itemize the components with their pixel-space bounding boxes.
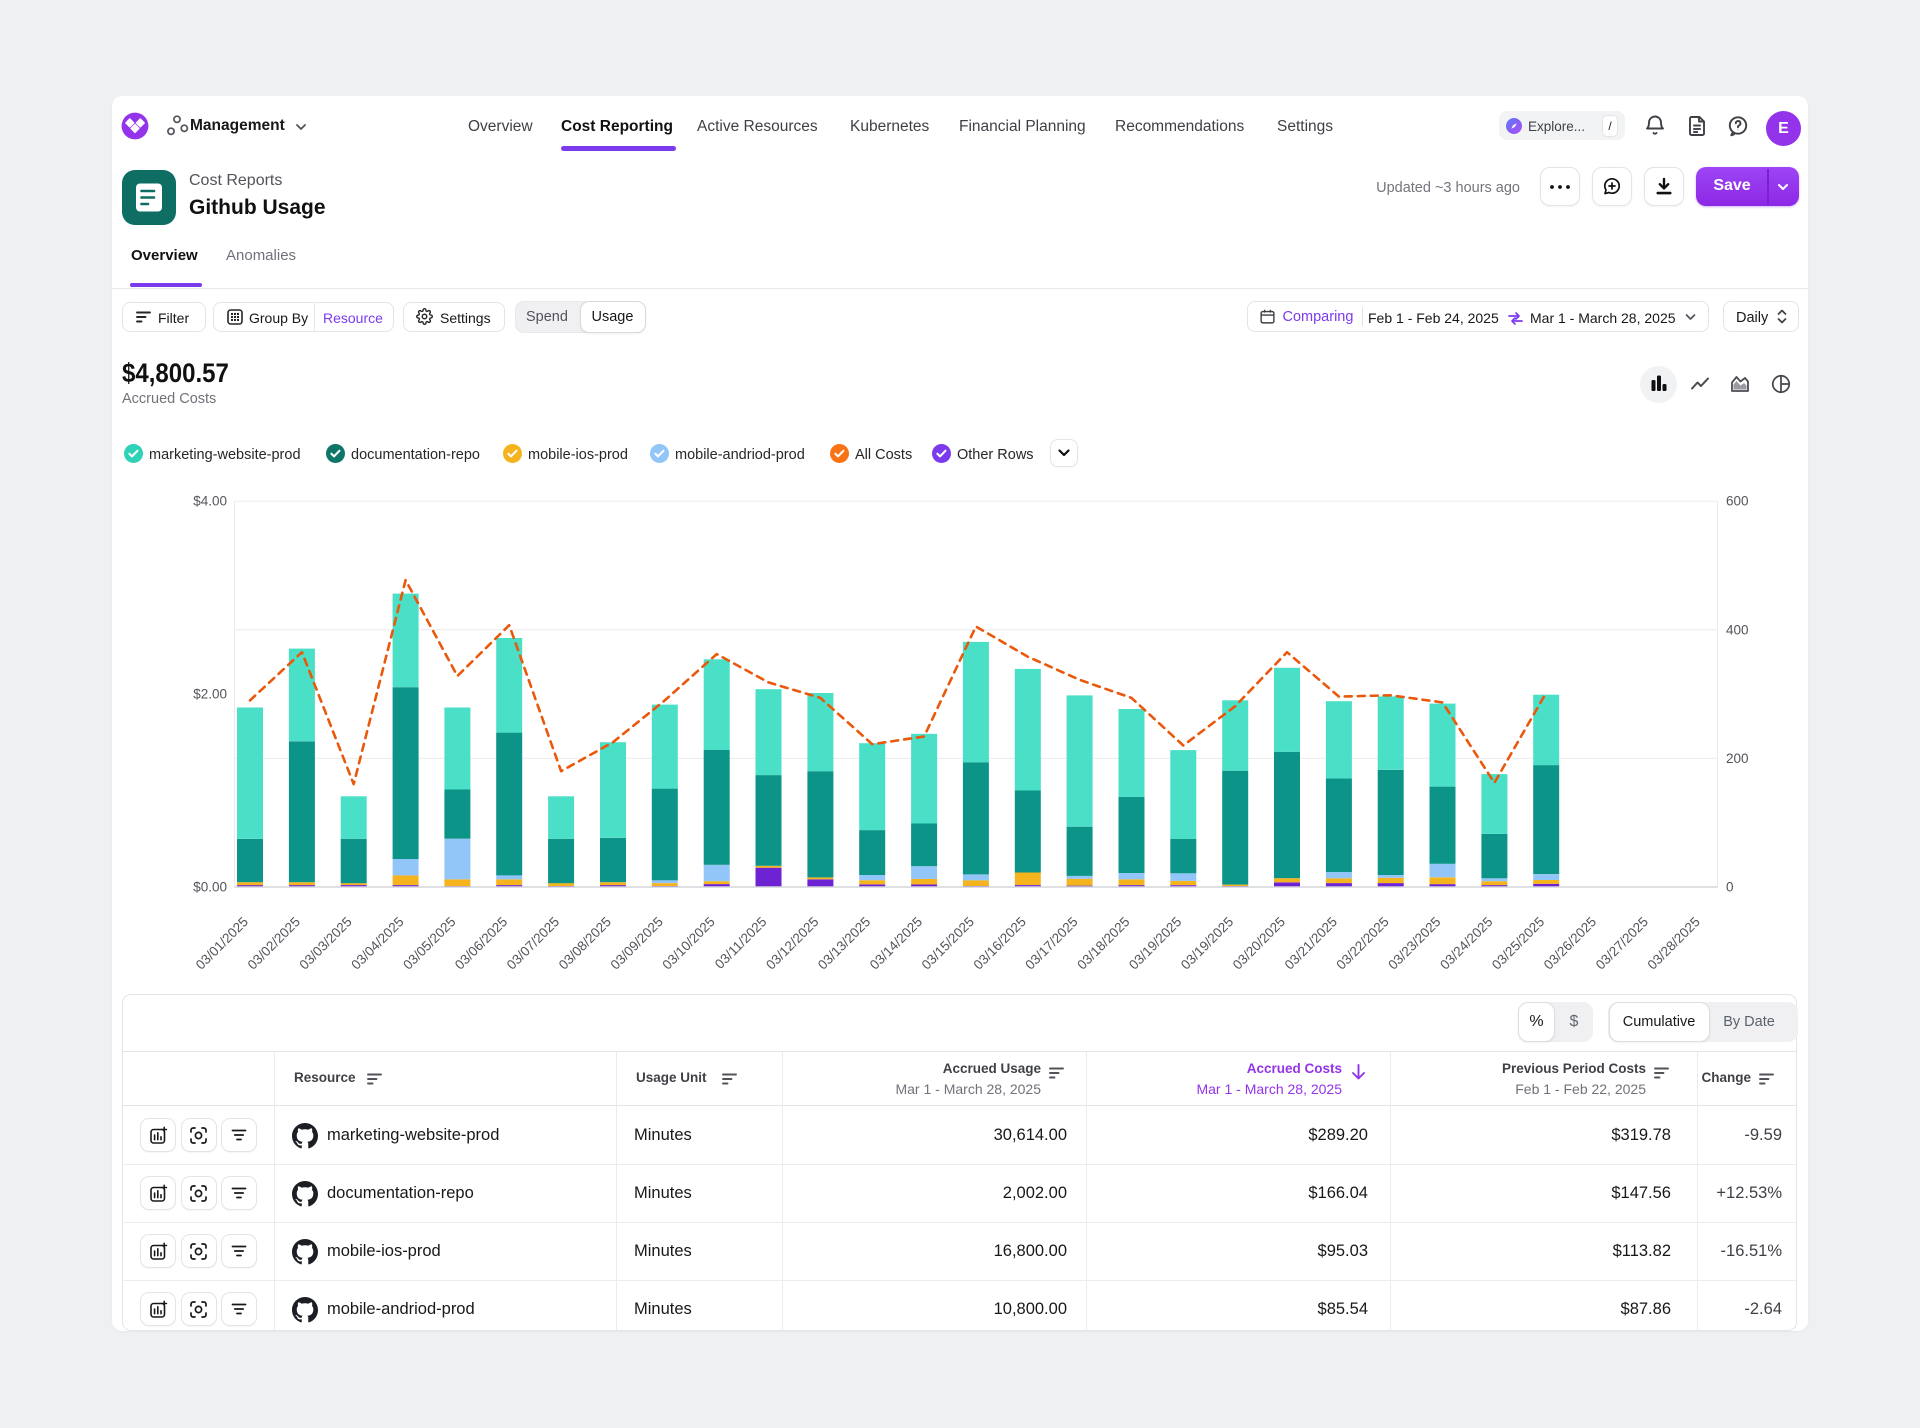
- svg-text:03/19/2025: 03/19/2025: [1178, 914, 1236, 972]
- svg-text:03/05/2025: 03/05/2025: [400, 914, 458, 972]
- svg-text:$2.00: $2.00: [193, 687, 227, 702]
- svg-text:03/26/2025: 03/26/2025: [1541, 914, 1599, 972]
- svg-text:400: 400: [1726, 622, 1749, 637]
- svg-text:03/17/2025: 03/17/2025: [1022, 914, 1080, 972]
- svg-text:03/20/2025: 03/20/2025: [1230, 914, 1288, 972]
- svg-text:03/24/2025: 03/24/2025: [1437, 914, 1495, 972]
- svg-text:03/03/2025: 03/03/2025: [296, 914, 354, 972]
- svg-text:03/15/2025: 03/15/2025: [919, 914, 977, 972]
- svg-text:03/16/2025: 03/16/2025: [971, 914, 1029, 972]
- svg-text:03/10/2025: 03/10/2025: [659, 914, 717, 972]
- svg-text:03/22/2025: 03/22/2025: [1333, 914, 1391, 972]
- svg-text:03/04/2025: 03/04/2025: [348, 914, 406, 972]
- svg-text:03/25/2025: 03/25/2025: [1489, 914, 1547, 972]
- svg-text:03/11/2025: 03/11/2025: [712, 914, 770, 972]
- svg-text:03/18/2025: 03/18/2025: [1074, 914, 1132, 972]
- svg-text:03/28/2025: 03/28/2025: [1645, 914, 1703, 972]
- svg-text:03/08/2025: 03/08/2025: [556, 914, 614, 972]
- svg-text:600: 600: [1726, 494, 1749, 509]
- svg-text:$0.00: $0.00: [193, 880, 227, 895]
- svg-text:03/14/2025: 03/14/2025: [867, 914, 925, 972]
- svg-text:03/02/2025: 03/02/2025: [245, 914, 303, 972]
- svg-text:03/23/2025: 03/23/2025: [1385, 914, 1443, 972]
- svg-text:03/19/2025: 03/19/2025: [1126, 914, 1184, 972]
- svg-text:200: 200: [1726, 751, 1749, 766]
- svg-text:03/13/2025: 03/13/2025: [815, 914, 873, 972]
- svg-text:03/27/2025: 03/27/2025: [1593, 914, 1651, 972]
- svg-text:0: 0: [1726, 880, 1734, 895]
- svg-text:03/12/2025: 03/12/2025: [763, 914, 821, 972]
- svg-text:03/06/2025: 03/06/2025: [452, 914, 510, 972]
- svg-text:03/21/2025: 03/21/2025: [1282, 914, 1340, 972]
- svg-text:03/09/2025: 03/09/2025: [608, 914, 666, 972]
- svg-text:03/01/2025: 03/01/2025: [193, 914, 251, 972]
- svg-text:$4.00: $4.00: [193, 494, 227, 509]
- svg-text:03/07/2025: 03/07/2025: [504, 914, 562, 972]
